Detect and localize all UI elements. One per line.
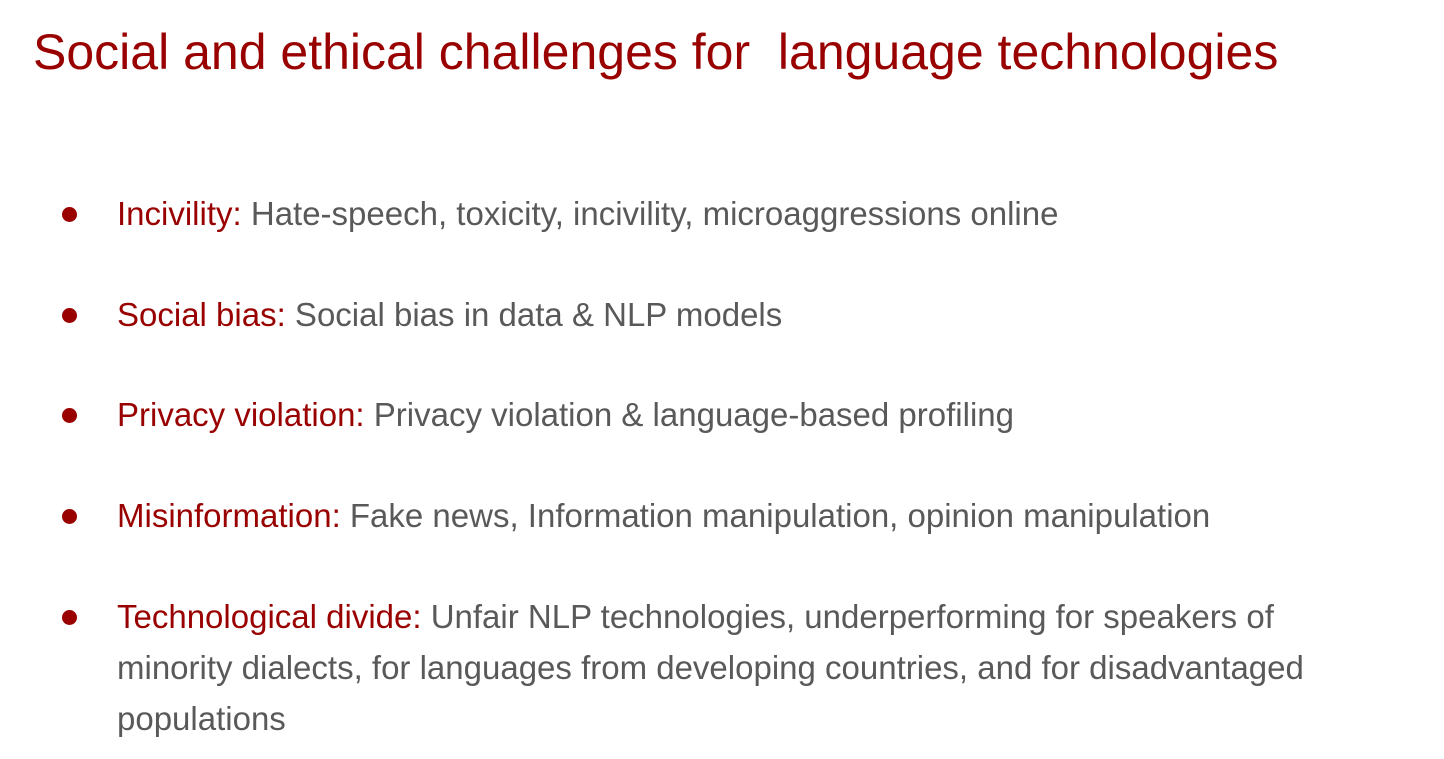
- bullet-text: Misinformation: Fake news, Information m…: [117, 490, 1387, 541]
- bullet-text: Incivility: Hate-speech, toxicity, inciv…: [117, 188, 1387, 239]
- bullet-dot-icon: [62, 308, 77, 323]
- bullet-text: Technological divide: Unfair NLP technol…: [117, 591, 1387, 744]
- bullet-description: Social bias in data & NLP models: [285, 296, 783, 333]
- slide: Social and ethical challenges for langua…: [0, 0, 1444, 759]
- bullet-term: Privacy violation:: [117, 396, 365, 433]
- bullet-dot-icon: [62, 408, 77, 423]
- bullet-term: Incivility:: [117, 195, 242, 232]
- bullet-text: Social bias: Social bias in data & NLP m…: [117, 289, 1387, 340]
- bullet-term: Misinformation:: [117, 497, 341, 534]
- bullet-dot-icon: [62, 509, 77, 524]
- bullet-dot-icon: [62, 610, 77, 625]
- bullet-description: Privacy violation & language-based profi…: [364, 396, 1014, 433]
- bullet-description: Hate-speech, toxicity, incivility, micro…: [241, 195, 1059, 232]
- bullet-text: Privacy violation: Privacy violation & l…: [117, 389, 1387, 440]
- bullet-description: Fake news, Information manipulation, opi…: [340, 497, 1211, 534]
- bullet-term: Social bias:: [117, 296, 286, 333]
- slide-title: Social and ethical challenges for langua…: [33, 24, 1279, 80]
- bullet-dot-icon: [62, 207, 77, 222]
- bullet-term: Technological divide:: [117, 598, 422, 635]
